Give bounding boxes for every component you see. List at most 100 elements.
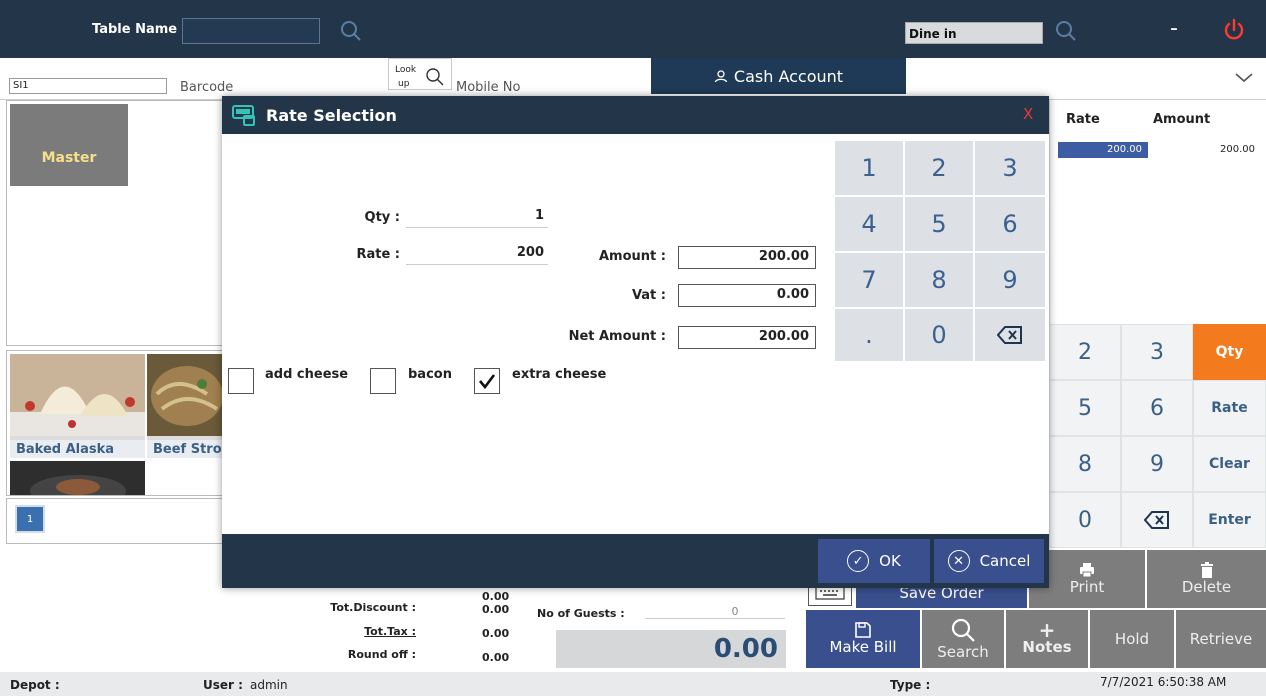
order-table: Rate Amount 200.00 200.00 <box>1049 100 1266 324</box>
category-panel: Master <box>6 100 224 346</box>
net-amount-field[interactable]: 200.00 <box>678 326 816 349</box>
make-bill-button[interactable]: Make Bill <box>806 610 920 668</box>
minimize-button[interactable]: - <box>1170 16 1178 41</box>
search-icon[interactable] <box>340 20 362 42</box>
rate-selection-dialog: Rate Selection X Qty : 1 Rate : 200 Amou… <box>222 96 1049 588</box>
net-amount-label: Net Amount : <box>568 329 666 344</box>
save-icon <box>855 622 871 638</box>
lookup-button[interactable]: Look up <box>388 58 452 90</box>
cash-account-button[interactable]: Cash Account <box>651 58 906 94</box>
vat-field[interactable]: 0.00 <box>678 284 816 307</box>
key-5[interactable]: 5 <box>1049 380 1121 436</box>
dialog-key-4[interactable]: 4 <box>834 196 904 252</box>
cash-register-icon <box>232 105 255 126</box>
retrieve-label: Retrieve <box>1189 630 1253 648</box>
cash-account-label: Cash Account <box>733 66 844 86</box>
ok-button[interactable]: ✓ OK <box>818 539 930 583</box>
notes-button[interactable]: + Notes <box>1006 610 1088 668</box>
page-button[interactable]: 1 <box>15 505 45 533</box>
dialog-key-5[interactable]: 5 <box>904 196 974 252</box>
column-header-rate: Rate <box>1066 112 1100 127</box>
key-6[interactable]: 6 <box>1121 380 1193 436</box>
dialog-key-0[interactable]: 0 <box>904 308 974 362</box>
checkbox-add-cheese[interactable] <box>228 368 254 394</box>
dialog-key-2[interactable]: 2 <box>904 140 974 196</box>
keyboard-icon <box>815 586 845 600</box>
item-tile-partial[interactable] <box>10 461 145 495</box>
key-clear[interactable]: Clear <box>1193 436 1266 492</box>
key-8[interactable]: 8 <box>1049 436 1121 492</box>
user-label: User : <box>203 678 243 692</box>
close-circle-icon: ✕ <box>947 550 970 572</box>
dialog-key-dot[interactable]: . <box>834 308 904 362</box>
plus-icon: + <box>1038 618 1056 642</box>
top-bar: Table Name : Dine in - <box>0 0 1266 58</box>
dialog-key-6[interactable]: 6 <box>974 196 1046 252</box>
dialog-title: Rate Selection <box>266 105 397 125</box>
retrieve-button[interactable]: Retrieve <box>1176 610 1266 668</box>
dialog-key-3[interactable]: 3 <box>974 140 1046 196</box>
barcode-label: Barcode <box>180 80 234 95</box>
item-tile-baked-alaska[interactable]: Baked Alaska <box>10 354 145 458</box>
key-rate[interactable]: Rate <box>1193 380 1266 436</box>
key-0[interactable]: 0 <box>1049 492 1121 548</box>
option-label-bacon: bacon <box>408 367 452 382</box>
discount-label: Tot.Discount : <box>330 601 416 614</box>
amount-field[interactable]: 200.00 <box>678 246 816 269</box>
hold-label: Hold <box>1114 630 1150 648</box>
checkbox-bacon[interactable] <box>370 368 396 394</box>
code-input[interactable]: SI1 <box>9 78 167 94</box>
notes-label: Notes <box>1022 638 1072 656</box>
rate-field[interactable]: 200 <box>406 245 548 265</box>
search-icon <box>426 68 444 86</box>
key-2[interactable]: 2 <box>1049 324 1121 380</box>
main-keypad: 2 3 Qty 5 6 Rate 8 9 Clear 0 Enter <box>1049 324 1266 548</box>
dine-type-select[interactable]: Dine in <box>905 22 1043 44</box>
search-button[interactable]: Search <box>922 610 1004 668</box>
dialog-key-1[interactable]: 1 <box>834 140 904 196</box>
chevron-down-icon[interactable] <box>1234 72 1254 84</box>
dialog-key-7[interactable]: 7 <box>834 252 904 308</box>
item-tile-beef-strog[interactable]: Beef Strog <box>147 354 225 458</box>
checkmark-icon <box>479 374 496 389</box>
table-cell-rate[interactable]: 200.00 <box>1058 142 1148 158</box>
key-enter[interactable]: Enter <box>1193 492 1266 548</box>
search-icon[interactable] <box>1055 20 1077 42</box>
dialog-backspace-key[interactable] <box>974 308 1046 362</box>
key-qty[interactable]: Qty <box>1193 324 1266 380</box>
hold-button[interactable]: Hold <box>1090 610 1174 668</box>
key-3[interactable]: 3 <box>1121 324 1193 380</box>
power-icon[interactable] <box>1222 18 1246 42</box>
delete-button[interactable]: Delete <box>1147 550 1266 608</box>
qty-field[interactable]: 1 <box>406 208 548 228</box>
dialog-key-9[interactable]: 9 <box>974 252 1046 308</box>
checkbox-extra-cheese[interactable] <box>474 368 500 394</box>
backspace-icon <box>1144 511 1169 529</box>
datetime: 7/7/2021 6:50:38 AM <box>1100 675 1227 689</box>
option-label-add-cheese: add cheese <box>265 367 349 382</box>
guests-input[interactable]: 0 <box>645 605 785 619</box>
close-button[interactable]: X <box>1023 105 1033 123</box>
depot-label: Depot : <box>10 678 60 692</box>
key-9[interactable]: 9 <box>1121 436 1193 492</box>
type-label: Type : <box>890 678 931 692</box>
subtotal-value: 0.00 <box>482 590 510 603</box>
category-master[interactable]: Master <box>10 104 128 186</box>
backspace-icon <box>997 326 1022 344</box>
dialog-key-8[interactable]: 8 <box>904 252 974 308</box>
print-label: Print <box>1069 578 1105 596</box>
make-bill-label: Make Bill <box>829 638 897 656</box>
item-name-label: Beef Strog <box>147 440 225 458</box>
backspace-key[interactable] <box>1121 492 1193 548</box>
tax-label[interactable]: Tot.Tax : <box>300 625 416 638</box>
tax-value: 0.00 <box>482 627 510 640</box>
amount-label: Amount : <box>599 249 666 264</box>
option-label-extra-cheese: extra cheese <box>512 367 607 382</box>
item-panel: Baked Alaska Beef Strog <box>6 350 225 496</box>
round-off-value: 0.00 <box>482 651 510 664</box>
cancel-button[interactable]: ✕ Cancel <box>934 539 1044 583</box>
user-icon <box>714 70 728 83</box>
table-name-input[interactable] <box>182 18 320 44</box>
category-master-label: Master <box>41 150 97 166</box>
item-name-label: Baked Alaska <box>10 440 145 458</box>
